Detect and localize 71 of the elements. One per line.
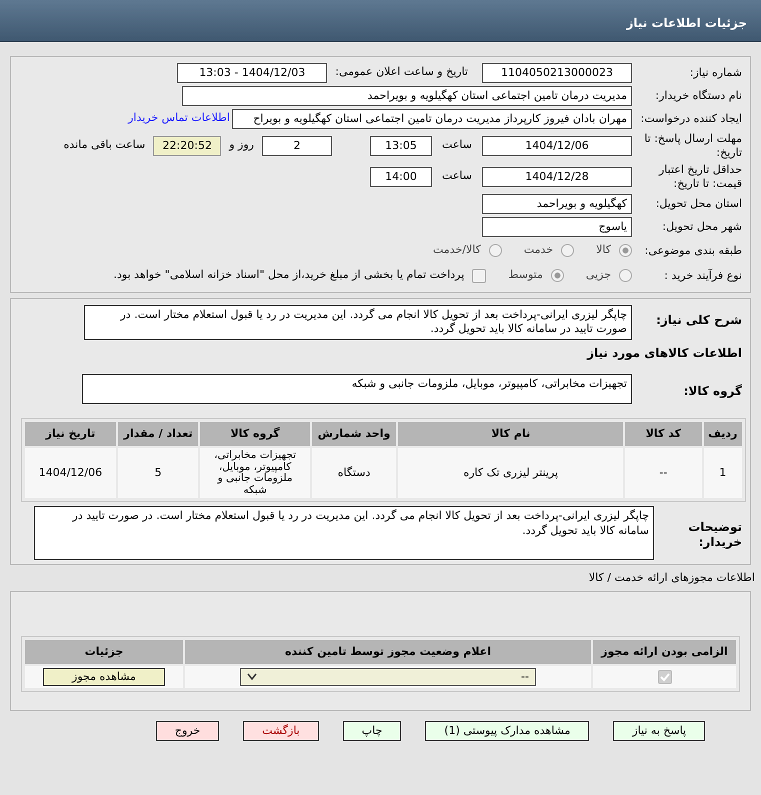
radio-button[interactable] [561, 244, 574, 257]
text-area[interactable]: چاپگر لیزری ایرانی-پرداخت بعد از تحویل کالا انجام می گردد. این مدیریت در رد یا قبول استعلام مختار است. در صورت تایید در سامانه کالا باید تحویل گردد. [34, 506, 654, 560]
time-label: ساعت [441, 137, 473, 154]
radio-button[interactable] [488, 244, 502, 257]
radio-button[interactable] [619, 269, 632, 282]
table-cell: 1 [702, 447, 743, 500]
action-button[interactable]: پاسخ به نیاز [613, 721, 706, 742]
table-cell: تجهیزات مخابراتی، کامپیوتر، موبایل، ملزومات جانبی و شبکه [199, 447, 311, 500]
section-title: اطلاعات کالاهای مورد نیاز [586, 344, 743, 362]
column-header: ردیف [702, 420, 743, 448]
table-cell: پرینتر لیزری تک کاره [397, 447, 624, 500]
field-label: نام دستگاه خریدار: [654, 88, 743, 102]
table-cell: 5 [116, 447, 200, 500]
field-label: استان محل تحویل: [654, 196, 743, 210]
option-label: خدمت [524, 242, 554, 258]
column-header: تعداد / مقدار [116, 420, 200, 448]
column-header: نام کالا [397, 420, 624, 448]
input-field[interactable]: 13:05 [370, 136, 432, 156]
input-field[interactable]: 14:00 [370, 166, 432, 186]
input-field[interactable]: کهگیلویه و بویراحمد [482, 194, 632, 214]
input-field[interactable]: یاسوج [482, 216, 632, 236]
caret-icon [247, 673, 257, 682]
column-header: گروه کالا [199, 420, 311, 448]
input-field[interactable]: 1404/12/28 [482, 166, 632, 186]
field-label: طبقه بندی موضوعی: [644, 244, 743, 258]
field-label: شهر محل تحویل: [661, 220, 743, 234]
field-label: شرح کلی نیاز: [655, 312, 743, 328]
column-header: کد کالا [624, 420, 703, 448]
action-button[interactable]: بازگشت [243, 721, 319, 742]
table-cell: 1404/12/06 [24, 447, 117, 500]
checkbox[interactable] [472, 268, 486, 282]
field-label: نوع فرآیند خرید : [663, 268, 743, 282]
input-field[interactable]: 1404/12/06 [482, 136, 632, 156]
input-field[interactable]: 1104050213000023 [482, 62, 632, 82]
option-label: جزیی [586, 267, 611, 284]
page-title: جزئیات اطلاعات نیاز [626, 16, 747, 30]
field-label: گروه کالا: [682, 382, 743, 399]
column-header: اعلام وضعیت مجوز توسط تامین کننده [184, 638, 592, 666]
radio-button[interactable] [619, 244, 632, 257]
section-title: اطلاعات مجوزهای ارائه خدمت / کالا [588, 570, 756, 586]
text-area[interactable]: تجهیزات مخابراتی، کامپیوتر، موبایل، ملزومات جانبی و شبکه [82, 374, 632, 404]
countdown-field[interactable]: 22:20:52 [153, 136, 222, 156]
column-header: الزامی بودن ارائه مجوز [592, 638, 737, 666]
column-header: واحد شمارش [310, 420, 398, 448]
field-label: مهلت ارسال پاسخ: تا تاریخ: [643, 132, 743, 160]
contact-link[interactable]: اطلاعات تماس خریدار [128, 110, 230, 127]
input-field[interactable]: 1404/12/03 - 13:03 [177, 62, 328, 82]
field-label: ایجاد کننده درخواست: [640, 112, 743, 126]
action-button[interactable]: مشاهده مدارک پیوستی (1) [425, 721, 590, 742]
text-area[interactable]: چاپگر لیزری ایرانی-پرداخت بعد از تحویل کالا انجام می گردد. این مدیریت در رد یا قبول استعلام مختار است. در صورت تایید در سامانه کالا باید تحویل گردد. [84, 305, 632, 340]
action-button[interactable]: چاپ [342, 721, 402, 742]
action-button[interactable]: خروج [156, 721, 220, 742]
table-cell: دستگاه [310, 447, 398, 500]
time-label: ساعت [441, 168, 473, 184]
field-label: حداقل تاریخ اعتبار قیمت: تا تاریخ: [658, 162, 743, 190]
column-header: تاریخ نیاز [24, 420, 117, 448]
option-label: متوسط [508, 267, 543, 284]
table-cell: -- [624, 447, 703, 500]
option-label: کالا [596, 242, 611, 258]
input-field[interactable]: مهران بادان فیروز کارپرداز مدیریت درمان تامین اجتماعی استان کهگیلویه و بویراح [232, 108, 632, 128]
column-header: جزئیات [24, 638, 184, 666]
field-label: تاریخ و ساعت اعلان عمومی: [334, 64, 469, 80]
days-label: روز و [228, 137, 255, 154]
input-field[interactable]: 2 [262, 136, 332, 156]
checkbox-label: پرداخت تمام یا بخشی از مبلغ خرید،از محل "اسناد خزانه اسلامی" خواهد بود. [114, 267, 464, 284]
radio-button[interactable] [550, 269, 564, 282]
remaining-label: ساعت باقی مانده [62, 137, 146, 154]
option-label: کالا/خدمت [433, 242, 481, 258]
field-label: توضیحات خریدار: [687, 519, 743, 550]
field-label: شماره نیاز: [688, 66, 743, 80]
input-field[interactable]: مدیریت درمان تامین اجتماعی استان کهگیلویه و بویراحمد [182, 86, 632, 106]
